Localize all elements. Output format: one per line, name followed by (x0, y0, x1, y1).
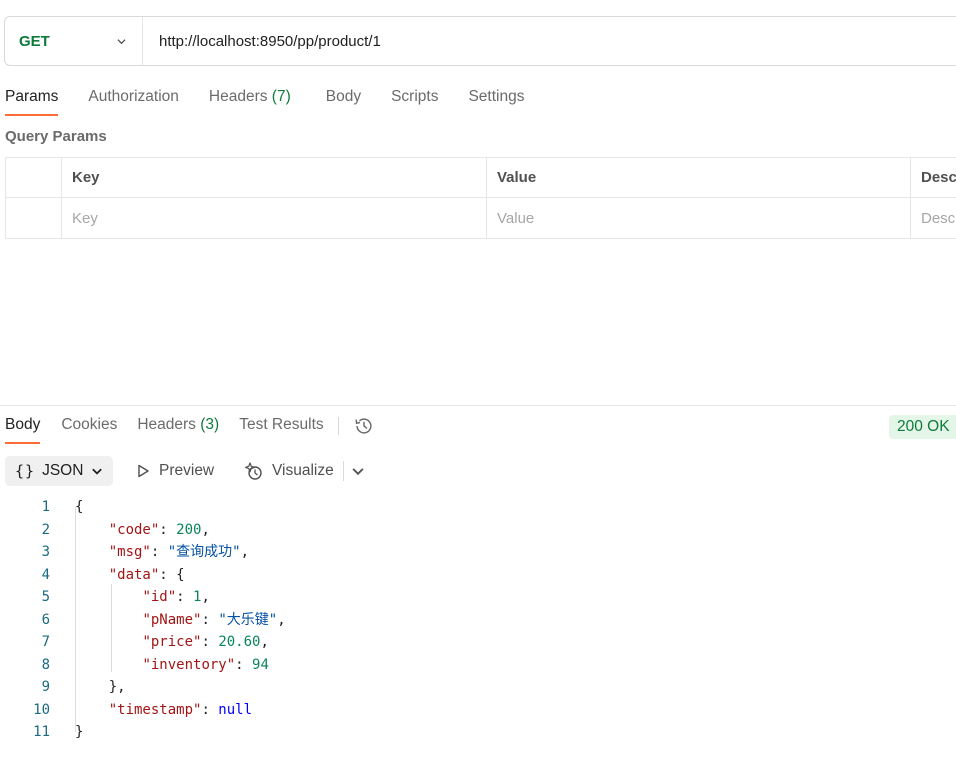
line-number: 1 (41, 499, 50, 515)
tab-label: Settings (468, 88, 525, 105)
tab-label: Authorization (88, 88, 179, 105)
description-header: Desc (921, 169, 956, 186)
line-number: 6 (41, 611, 50, 628)
tab-authorization[interactable]: Authorization (88, 84, 178, 116)
tab-cookies[interactable]: Cookies (61, 412, 117, 444)
url-input[interactable]: http://localhost:8950/pp/product/1 (143, 33, 381, 50)
tab-params[interactable]: Params (5, 84, 59, 116)
visualize-menu-button[interactable] (351, 456, 373, 486)
query-params-title: Query Params (5, 128, 107, 145)
status-badge: 200 OK (889, 415, 956, 439)
price-value: 20.60 (218, 634, 261, 650)
tab-response-headers[interactable]: Headers (3) (137, 412, 219, 444)
pane-divider[interactable] (0, 405, 956, 406)
value-header: Value (487, 158, 911, 197)
line-number: 8 (41, 656, 50, 673)
table-row: Key Value Desc (6, 198, 956, 238)
visualize-label: Visualize (272, 462, 334, 479)
key-input[interactable]: Key (62, 198, 487, 238)
line-number: 11 (33, 724, 50, 740)
line-number: 5 (41, 589, 50, 605)
tab-response-body[interactable]: Body (5, 412, 41, 444)
tab-label: Params (5, 88, 59, 105)
method-select[interactable]: GET (5, 17, 143, 65)
checkbox-column-header (6, 158, 62, 197)
braces-icon: {} (15, 462, 36, 480)
msg-value: 查询成功 (176, 544, 233, 560)
url-bar: GET http://localhost:8950/pp/product/1 (4, 16, 956, 66)
headers-count: (7) (271, 88, 291, 105)
response-tabs: Body Cookies Headers (3) Test Results (5, 412, 375, 446)
visualize-button[interactable]: Visualize (242, 456, 334, 486)
key-header: Key (62, 158, 487, 197)
tab-body[interactable]: Body (326, 84, 361, 116)
tab-label: Cookies (61, 416, 118, 433)
line-number: 9 (41, 679, 50, 695)
response-headers-count: (3) (200, 416, 220, 433)
value-input[interactable]: Value (487, 198, 911, 238)
tab-label: Body (325, 88, 362, 105)
pname-value: 大乐键 (226, 611, 269, 628)
line-number: 7 (41, 634, 50, 650)
method-label: GET (19, 32, 50, 50)
inventory-value: 94 (252, 656, 269, 673)
tab-scripts[interactable]: Scripts (391, 84, 438, 116)
visualize-icon (245, 462, 262, 480)
table-header-row: Key Value Desc (6, 158, 956, 198)
chevron-down-icon (352, 468, 364, 476)
tab-separator (337, 417, 339, 435)
row-checkbox-cell (6, 198, 62, 238)
code-value: 200 (176, 521, 202, 538)
preview-button[interactable]: Preview (135, 456, 214, 486)
tab-label: Test Results (239, 416, 324, 433)
preview-label: Preview (159, 462, 215, 479)
tab-label: Scripts (391, 88, 439, 105)
line-number: 4 (41, 566, 50, 583)
timestamp-value: null (218, 701, 253, 718)
description-input[interactable]: Desc (911, 198, 956, 238)
chevron-down-icon (117, 38, 126, 44)
tab-test-results[interactable]: Test Results (239, 412, 323, 444)
request-tabs: Params Authorization Headers (7) Body Sc… (5, 84, 524, 118)
tab-label: Body (5, 416, 41, 433)
params-table: Key Value Desc Key Value Desc (5, 157, 956, 239)
tab-settings[interactable]: Settings (468, 84, 524, 116)
play-icon (138, 464, 149, 478)
history-icon[interactable] (353, 415, 375, 437)
tab-headers[interactable]: Headers (7) (209, 84, 291, 116)
tab-label: Headers (137, 416, 196, 433)
line-number: 10 (33, 701, 50, 718)
chevron-down-icon (92, 468, 103, 475)
toolbar-separator (343, 461, 344, 481)
line-number: 3 (41, 544, 50, 560)
line-number: 2 (41, 521, 50, 538)
format-select[interactable]: {} JSON (5, 456, 113, 486)
tab-label: Headers (208, 88, 268, 105)
format-label: JSON (42, 462, 84, 479)
